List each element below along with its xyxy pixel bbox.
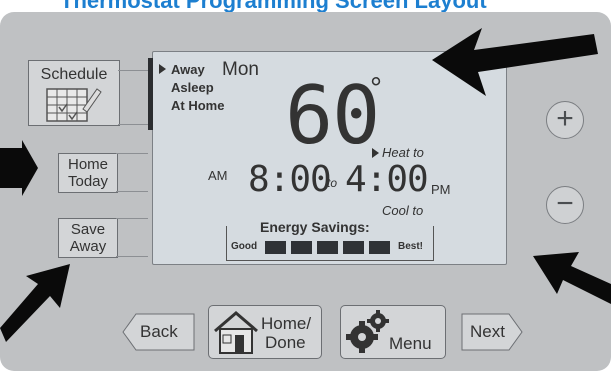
schedule-button[interactable]: Schedule: [28, 60, 120, 126]
mode-asleep: Asleep: [171, 80, 214, 95]
menu-label: Menu: [389, 334, 432, 353]
energy-bar-segment: [343, 241, 364, 254]
mode-away: Away: [171, 62, 205, 77]
save-away-label-2: Away: [69, 238, 107, 255]
heat-pointer-icon: [372, 148, 379, 158]
cool-to-label: Cool to: [382, 203, 424, 218]
energy-best-label: Best!: [398, 241, 424, 252]
next-button[interactable]: Next: [470, 322, 505, 342]
pm-label: PM: [431, 182, 451, 197]
callout-arrow-side-icon: [0, 140, 38, 196]
home-done-button[interactable]: Home/ Done: [208, 305, 322, 359]
calendar-icon: [46, 88, 102, 122]
mode-at-home: At Home: [171, 98, 225, 113]
home-today-button[interactable]: Home Today: [58, 153, 118, 193]
plus-icon: +: [556, 102, 574, 135]
energy-bar-segment: [265, 241, 286, 254]
house-icon: [214, 311, 258, 354]
save-away-label-1: Save: [70, 221, 106, 238]
schedule-label: Schedule: [40, 66, 108, 83]
heat-to-label: Heat to: [382, 145, 424, 160]
home-done-label-2: Done: [265, 333, 306, 352]
minus-icon: −: [556, 187, 574, 220]
save-away-button[interactable]: Save Away: [58, 218, 118, 258]
callout-arrow-right-icon: [533, 252, 611, 304]
callout-arrow-bottom-left-icon: [0, 264, 70, 342]
home-today-label-1: Home: [67, 156, 108, 173]
mode-indicator-bar: [148, 58, 153, 130]
decrease-button[interactable]: −: [546, 186, 584, 224]
home-today-label-2: Today: [67, 173, 109, 190]
home-done-label-1: Home/: [261, 314, 312, 333]
gear-icon: [346, 310, 389, 353]
end-time: 4:00: [345, 159, 429, 200]
temperature-readout: 60: [285, 69, 380, 162]
start-time: 8:00: [248, 159, 332, 200]
to-label: to: [327, 176, 338, 190]
day-label: Mon: [222, 59, 259, 80]
mode-pointer-icon: [159, 64, 166, 74]
callout-arrow-display-icon: [432, 28, 598, 96]
energy-bar-segment: [317, 241, 338, 254]
am-label: AM: [208, 168, 228, 183]
increase-button[interactable]: +: [546, 101, 584, 139]
degree-symbol: °: [370, 72, 382, 105]
back-button[interactable]: Back: [140, 322, 178, 342]
energy-good-label: Good: [231, 241, 258, 252]
header-strip: Thermostat Programming Screen Layout: [0, 0, 611, 12]
menu-button[interactable]: Menu: [340, 305, 446, 359]
energy-bar-segment: [369, 241, 390, 254]
energy-savings-title: Energy Savings:: [256, 219, 374, 235]
energy-bar-segment: [291, 241, 312, 254]
header-text: Thermostat Programming Screen Layout: [60, 0, 487, 12]
